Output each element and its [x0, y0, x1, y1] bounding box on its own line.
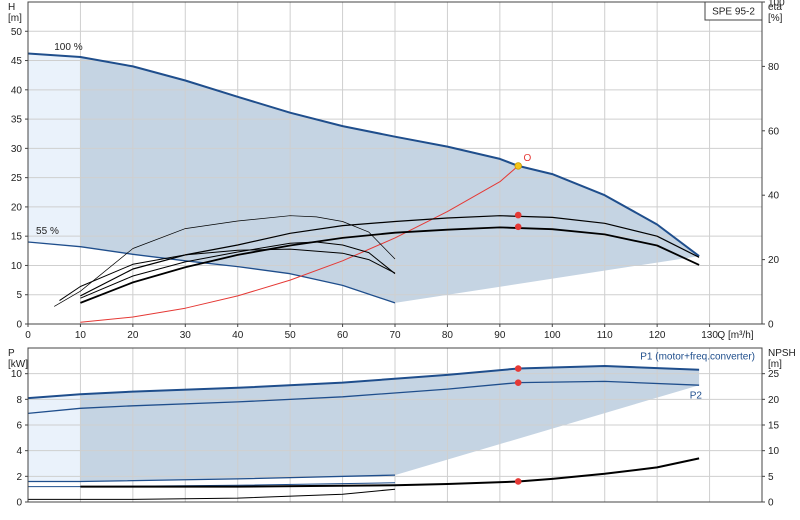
y-tick-label: 5: [16, 290, 22, 301]
y-axis-label: [kW]: [8, 359, 28, 370]
x-axis-label: Q [m³/h]: [717, 330, 753, 341]
y2-tick-label: 25: [768, 369, 780, 380]
low-flow-region: [28, 394, 81, 482]
y-tick-label: 45: [11, 56, 23, 67]
y-tick-label: 2: [16, 472, 22, 483]
x-tick-label: 50: [285, 330, 297, 341]
x-tick-label: 30: [180, 330, 192, 341]
y-tick-label: 30: [11, 144, 23, 155]
y-tick-label: 40: [11, 85, 23, 96]
y2-tick-label: 40: [768, 191, 780, 202]
y-axis-label: [m]: [8, 13, 22, 24]
y-tick-label: 8: [16, 395, 22, 406]
legend-text: SPE 95-2: [712, 7, 755, 18]
y-tick-label: 20: [11, 202, 23, 213]
marker-1: [514, 211, 522, 219]
y-tick-label: 10: [11, 369, 23, 380]
x-tick-label: 80: [442, 330, 454, 341]
y2-tick-label: 15: [768, 421, 780, 432]
marker-2: [514, 478, 522, 485]
y2-tick-label: 80: [768, 62, 780, 73]
y-axis-label: P: [8, 348, 15, 359]
y-tick-label: 10: [11, 261, 23, 272]
y2-tick-label: 20: [768, 255, 780, 266]
y-tick-label: 35: [11, 115, 23, 126]
x-tick-label: 60: [337, 330, 349, 341]
x-tick-label: 130: [701, 330, 718, 341]
y2-tick-label: 60: [768, 126, 780, 137]
x-tick-label: 70: [389, 330, 401, 341]
marker-0: [514, 365, 522, 372]
curve-label: 100 %: [54, 42, 82, 53]
y-tick-label: 25: [11, 173, 23, 184]
y2-tick-label: 20: [768, 395, 780, 406]
y-tick-label: 0: [16, 498, 22, 509]
x-tick-label: 120: [649, 330, 666, 341]
marker-2: [514, 223, 522, 231]
y2-axis-label: [%]: [768, 13, 783, 24]
y2-axis-label: [m]: [768, 359, 782, 370]
y2-tick-label: 0: [768, 498, 774, 509]
marker-1: [514, 379, 522, 386]
power-npsh-plot: 0 2 4 6 8 10 0 5 10 15 20 25 P[kW] NPSH[m] P1 (motor+f…: [8, 347, 796, 509]
low-flow-region: [28, 53, 81, 247]
y-tick-label: 0: [16, 320, 22, 331]
x-tick-label: 110: [597, 330, 613, 341]
head-efficiency-plot: 05101520253035404550020406080100H[m]eta[…: [8, 0, 785, 341]
x-tick-label: 40: [232, 330, 244, 341]
marker-0: [514, 162, 522, 170]
curve-label: 55 %: [36, 226, 59, 237]
x-tick-label: 90: [494, 330, 506, 341]
x-tick-label: 20: [127, 330, 139, 341]
operating-point-label: O: [523, 153, 531, 164]
y2-axis-label: eta: [768, 2, 782, 13]
x-tick-label: 100: [544, 330, 561, 341]
y-tick-label: 4: [16, 446, 22, 457]
x-tick-label: 10: [75, 330, 87, 341]
y-tick-label: 50: [11, 27, 23, 38]
y-tick-label: 6: [16, 421, 22, 432]
y2-tick-label: 10: [768, 446, 780, 457]
series-label-p1: P1 (motor+freq.converter): [640, 351, 755, 362]
series-label-p2: P2: [690, 390, 703, 401]
y-axis-label: H: [8, 2, 15, 13]
pump-curve-chart: 05101520253035404550020406080100H[m]eta[…: [8, 0, 796, 509]
y2-tick-label: 5: [768, 472, 774, 483]
x-tick-label: 0: [25, 330, 31, 341]
y2-axis-label: NPSH: [768, 348, 796, 359]
y2-tick-label: 0: [768, 320, 774, 331]
y-tick-label: 15: [11, 232, 23, 243]
